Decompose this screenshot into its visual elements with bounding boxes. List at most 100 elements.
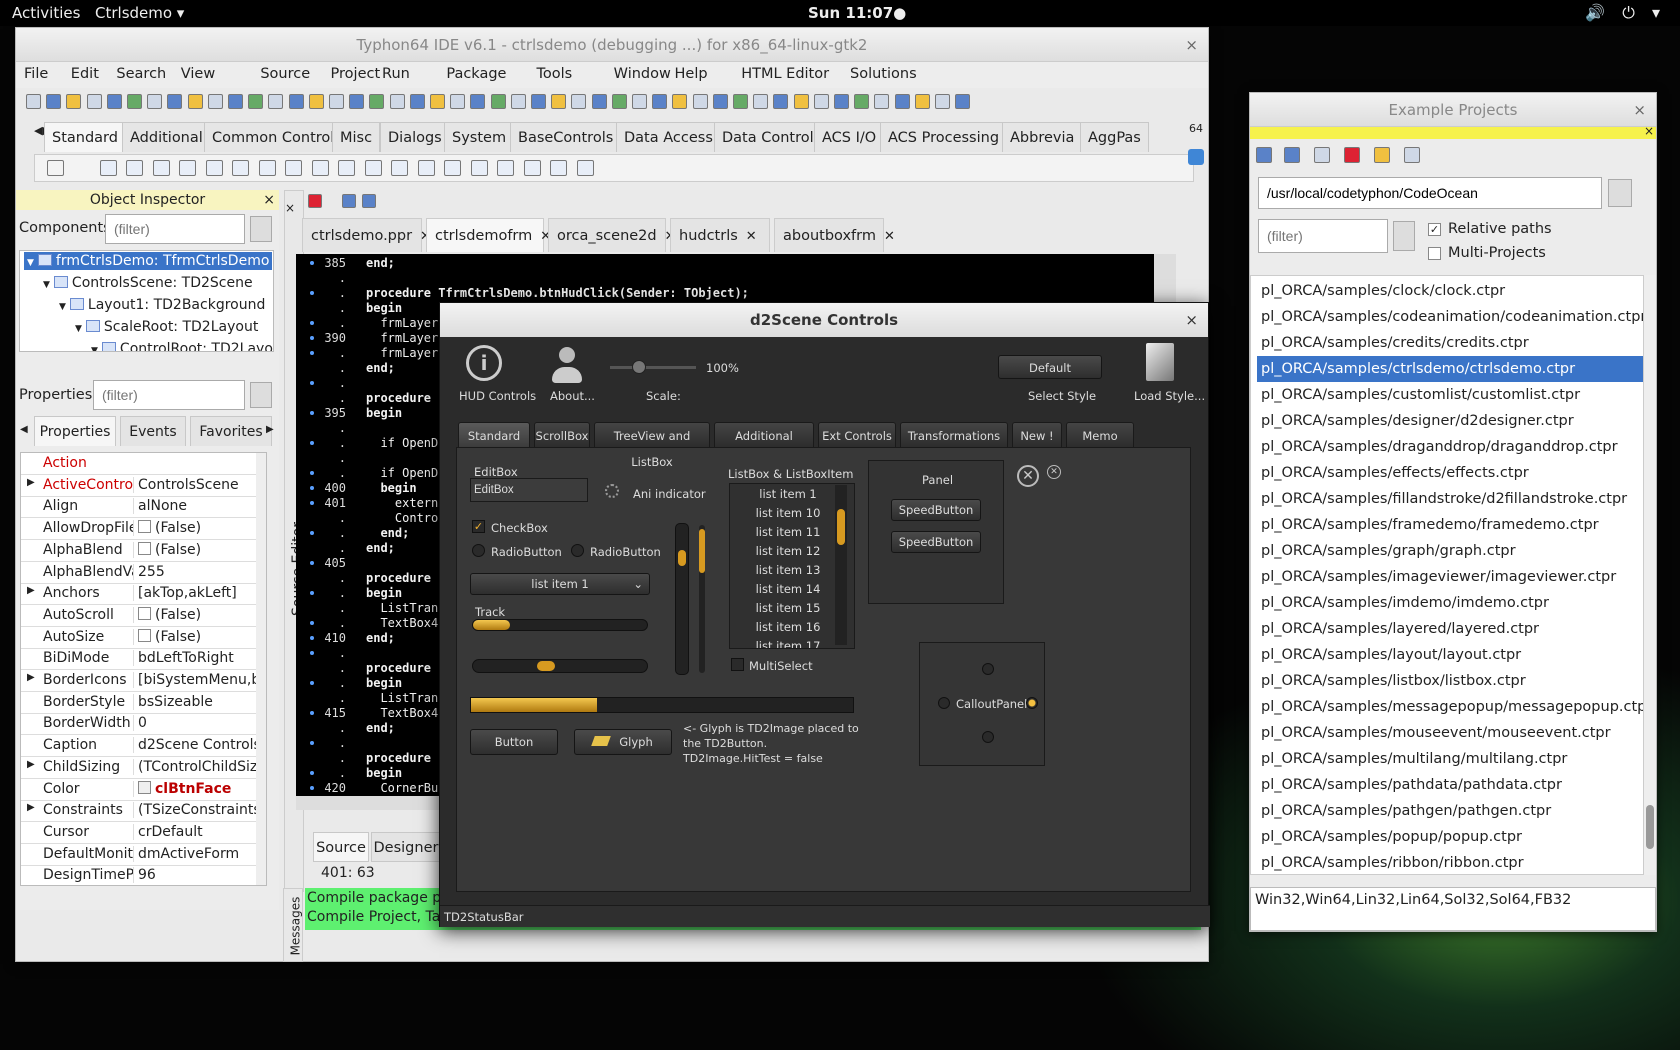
property-value[interactable]: alNone <box>133 498 265 515</box>
property-row[interactable]: Align alNone <box>21 496 266 519</box>
property-value[interactable]: (False) <box>133 606 265 623</box>
toolbar-button-icon[interactable] <box>531 94 546 109</box>
component-icon[interactable] <box>470 160 488 176</box>
radio-button-2[interactable] <box>571 544 584 557</box>
toolbar-button-icon[interactable] <box>571 94 587 109</box>
checkbox[interactable] <box>138 541 151 555</box>
component-icon[interactable] <box>417 160 435 176</box>
toolbar-button-icon[interactable] <box>228 94 243 109</box>
list-item[interactable]: list item 10 <box>738 506 838 520</box>
checkbox[interactable] <box>138 606 151 620</box>
menu-help[interactable]: Help <box>675 66 708 82</box>
property-row[interactable]: Cursor crDefault <box>21 822 266 844</box>
example-list-item[interactable]: pl_ORCA/samples/codeanimation/codeanimat… <box>1257 304 1643 330</box>
toolbar-button-icon[interactable] <box>349 94 365 109</box>
toolbar-button-icon[interactable] <box>127 94 142 109</box>
inspector-tab-events[interactable]: Events <box>120 416 186 446</box>
list-item[interactable]: list item 14 <box>738 582 838 596</box>
toolbar-button-icon[interactable] <box>551 94 567 109</box>
property-row[interactable]: ▶ ActiveControl ControlsScene <box>21 475 266 497</box>
toolbar-button-icon[interactable] <box>773 94 789 109</box>
toolbar-button-icon[interactable] <box>652 94 668 109</box>
property-row[interactable]: BorderWidth 0 <box>21 713 266 736</box>
property-value[interactable]: [biSystemMenu,biMinimize] <box>133 672 265 688</box>
checkbox[interactable] <box>138 520 151 534</box>
toolbar-button-icon[interactable] <box>793 94 809 109</box>
d2-tab-treeview-and-listbox[interactable]: TreeView and ListBox <box>594 422 710 469</box>
checkbox[interactable]: ✓ <box>472 520 485 533</box>
component-icon[interactable] <box>444 160 461 176</box>
menu-edit[interactable]: Edit <box>71 66 99 82</box>
d2-tab-ext-controls[interactable]: Ext Controls <box>818 422 896 448</box>
palette-tab-common-controls[interactable]: Common Controls <box>204 122 350 152</box>
toolbar-button-icon[interactable] <box>268 94 284 109</box>
example-list-item[interactable]: pl_ORCA/samples/clock/clock.ctpr <box>1257 278 1643 304</box>
palette-tab-acs-processing[interactable]: ACS Processing <box>880 122 1008 152</box>
expand-arrow-icon[interactable]: ▼ <box>43 280 50 290</box>
example-list-item[interactable]: pl_ORCA/samples/listbox/listbox.ctpr <box>1257 668 1643 694</box>
toolbar-button-icon[interactable] <box>874 94 890 109</box>
radio-right-selected[interactable] <box>1026 697 1038 709</box>
palette-tab-basecontrols[interactable]: BaseControls <box>510 122 622 152</box>
toolbar-button-icon[interactable] <box>834 94 849 109</box>
example-list-item[interactable]: pl_ORCA/samples/multilang/multilang.ctpr <box>1257 746 1643 772</box>
palette-tab-additional[interactable]: Additional <box>122 122 211 152</box>
component-icon[interactable] <box>391 160 408 176</box>
property-value[interactable]: 255 <box>133 563 265 580</box>
speed-button-2[interactable]: SpeedButton <box>891 531 981 553</box>
editor-tab-ctrlsdemo-ppr[interactable]: ctrlsdemo.ppr✕ <box>302 218 431 252</box>
delete-icon[interactable] <box>1344 147 1360 163</box>
property-value[interactable]: 0 <box>133 715 265 732</box>
example-list-item[interactable]: pl_ORCA/samples/customlist/customlist.ct… <box>1257 382 1643 408</box>
d2-tab-scrollbox[interactable]: ScrollBox <box>534 422 590 448</box>
menu-view[interactable]: View <box>181 66 215 82</box>
forward-icon[interactable] <box>362 194 376 208</box>
examples-filter-input[interactable] <box>1258 219 1388 253</box>
open-icon[interactable] <box>1284 147 1300 163</box>
property-row[interactable]: DesignTimePPI 96 <box>21 865 266 885</box>
property-value[interactable]: clBtnFace <box>133 780 265 797</box>
toolbar-button-icon[interactable] <box>632 94 647 109</box>
activities-button[interactable]: Activities <box>12 4 80 22</box>
toolbar-button-icon[interactable] <box>914 94 930 109</box>
tree-node[interactable]: ▼ ScaleRoot: TD2Layout <box>72 318 261 336</box>
code-line[interactable]: 385 end; <box>296 256 1166 270</box>
d2-tab-transformations[interactable]: Transformations <box>900 422 1008 448</box>
toolbar-button-icon[interactable] <box>187 94 203 109</box>
scroll-right-icon[interactable]: ▶ <box>266 424 274 435</box>
toolbar-button-icon[interactable] <box>288 94 304 109</box>
palette-tab-misc[interactable]: Misc <box>332 122 381 152</box>
toolbar-button-icon[interactable] <box>510 94 526 109</box>
tree-node[interactable]: ▼ frmCtrlsDemo: TfrmCtrlsDemo <box>24 252 273 270</box>
property-grid-scrollbar[interactable] <box>256 453 266 885</box>
example-list-item[interactable]: pl_ORCA/samples/mouseevent/mouseevent.ct… <box>1257 720 1643 746</box>
toolbar-button-icon[interactable] <box>490 94 506 109</box>
inspector-tab-properties[interactable]: Properties <box>34 416 116 446</box>
toolbar-button-icon[interactable] <box>733 94 748 109</box>
property-value[interactable]: ControlsScene <box>133 476 265 493</box>
close-icon[interactable]: ✕ <box>884 229 895 244</box>
tree-node[interactable]: ▼ ControlRoot: TD2Layout <box>88 340 273 351</box>
component-icon[interactable] <box>338 160 355 176</box>
palette-badge[interactable]: 64 <box>1186 122 1206 182</box>
path-input[interactable] <box>1258 177 1602 209</box>
settings-icon[interactable] <box>1404 147 1420 163</box>
component-icon[interactable] <box>576 160 594 176</box>
property-value[interactable]: bsSizeable <box>133 693 265 710</box>
radio-left[interactable] <box>938 697 950 709</box>
toolbar-button-icon[interactable] <box>207 94 223 109</box>
trackbar-thumb[interactable] <box>699 529 705 573</box>
toolbar-button-icon[interactable] <box>66 94 82 109</box>
stop-icon[interactable] <box>308 194 322 208</box>
code-line[interactable]: . procedure TfrmCtrlsDemo.btnHudClick(Sen… <box>296 286 1166 300</box>
example-list-item[interactable]: pl_ORCA/samples/pathdata/pathdata.ctpr <box>1257 772 1643 798</box>
list-item[interactable]: list item 16 <box>738 620 838 634</box>
example-list-item[interactable]: pl_ORCA/samples/framedemo/framedemo.ctpr <box>1257 512 1643 538</box>
property-row[interactable]: AlphaBlendValue 255 <box>21 562 266 584</box>
menu-file[interactable]: File <box>24 66 48 82</box>
list-item[interactable]: list item 17 <box>738 639 838 648</box>
radio-button-1[interactable] <box>472 544 485 557</box>
editor-tab-ctrlsdemofrm[interactable]: ctrlsdemofrm ✕ <box>426 218 551 252</box>
list-item[interactable]: list item 15 <box>738 601 838 615</box>
property-value[interactable]: d2Scene Controls <box>133 737 265 754</box>
